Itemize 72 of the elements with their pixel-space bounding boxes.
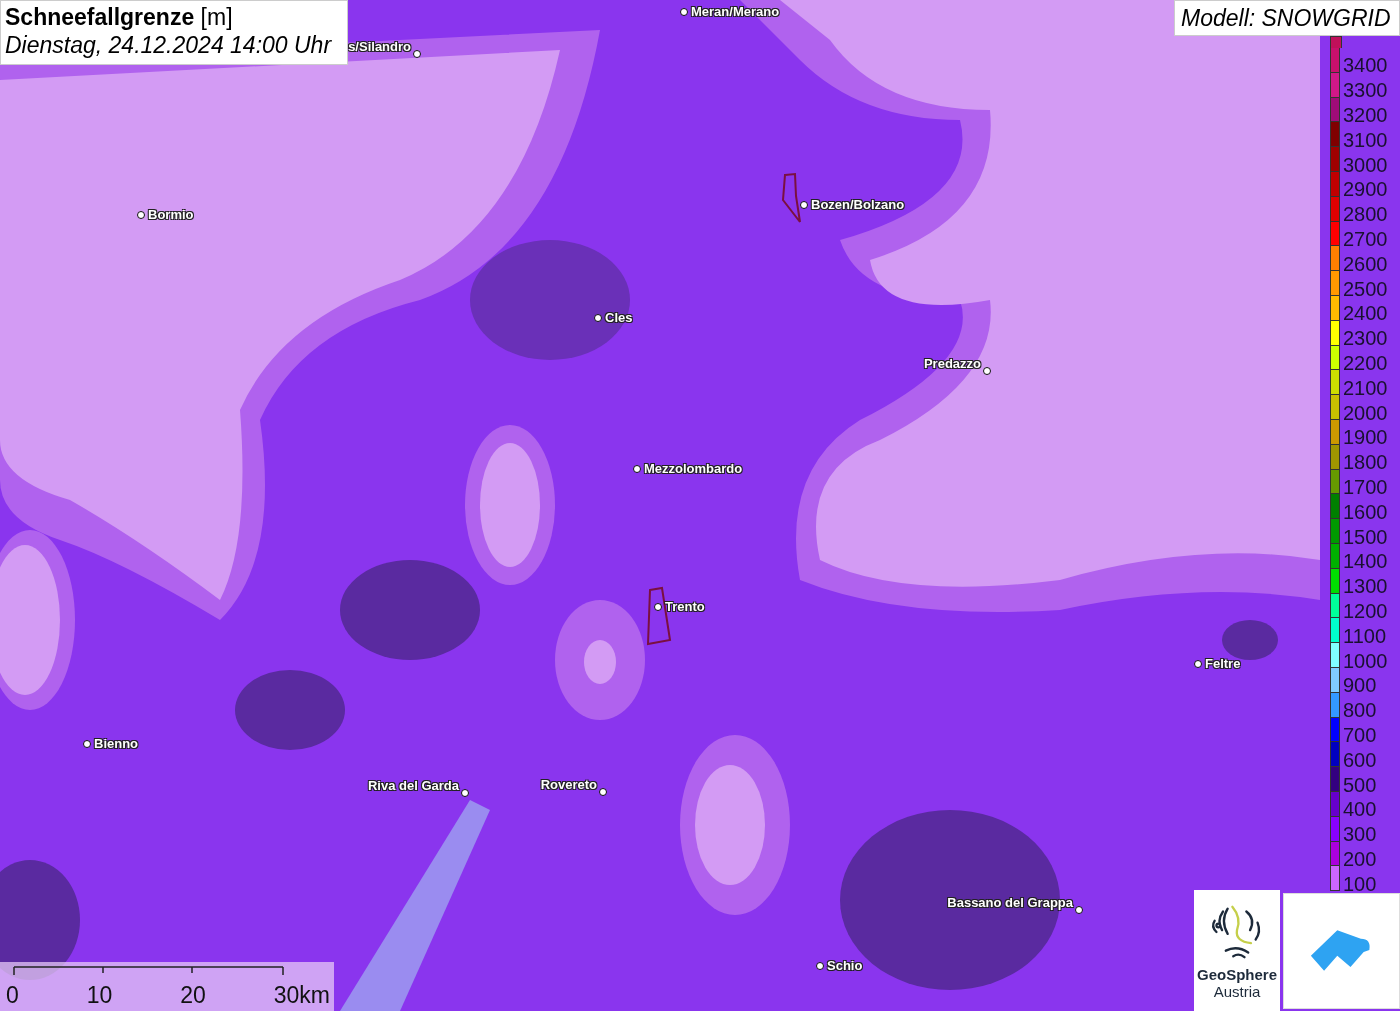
legend-label: 2000 (1342, 401, 1388, 424)
legend-label: 1700 (1342, 475, 1388, 498)
city-marker-icon (137, 211, 145, 219)
map-datetime: Dienstag, 24.12.2024 14:00 Uhr (5, 31, 333, 59)
city-marker-icon (461, 789, 469, 797)
legend-label: 3100 (1342, 128, 1388, 151)
legend-label: 2400 (1342, 302, 1388, 325)
city-marker-icon (599, 788, 607, 796)
legend-label: 100 (1342, 872, 1377, 895)
scale-label: 10 (86, 982, 113, 1008)
legend-label: 3200 (1342, 104, 1388, 126)
city-label: Rovereto (540, 777, 597, 792)
legend-label: 2800 (1342, 203, 1388, 226)
legend-label: 300 (1342, 823, 1377, 846)
legend-label: 800 (1342, 699, 1377, 722)
scale-label: 20 (180, 982, 206, 1008)
legend-label: 2300 (1342, 327, 1388, 350)
legend-label: 1300 (1342, 575, 1388, 598)
legend-label: 700 (1342, 723, 1377, 746)
city-label: Trento (665, 599, 705, 614)
legend-label: 400 (1342, 798, 1377, 821)
legend-label: 1000 (1342, 649, 1388, 672)
city-label: Cles (605, 310, 633, 325)
city-label: Bassano del Grappa (947, 895, 1073, 910)
city-marker-icon (983, 367, 991, 375)
city-marker-icon (654, 603, 662, 611)
city-label: Predazzo (923, 356, 981, 371)
scale-label: 30km (273, 982, 330, 1008)
legend-label: 3400 (1342, 54, 1388, 77)
legend-label: 3300 (1342, 79, 1388, 102)
city-marker-icon (83, 740, 91, 748)
city-marker-icon (1194, 660, 1202, 668)
legend-label: 500 (1342, 773, 1377, 796)
legend-label: 1500 (1342, 525, 1388, 548)
legend-label: 200 (1342, 847, 1377, 870)
legend-label: 2500 (1342, 277, 1388, 300)
legend-label: 2700 (1342, 228, 1388, 250)
map-title: Schneefallgrenze [m] (5, 3, 234, 31)
legend-label: 2100 (1342, 376, 1388, 399)
city-label: Bozen/Bolzano (811, 197, 905, 212)
city-marker-icon (633, 465, 641, 473)
city-marker-icon (413, 50, 421, 58)
legend-label: 2200 (1342, 351, 1388, 374)
legend-label: 2900 (1342, 178, 1388, 201)
city-label: Feltre (1205, 656, 1241, 671)
city-label: Mezzolombardo (644, 461, 743, 476)
city-label: Meran/Merano (691, 4, 780, 19)
logo-text: Austria (1213, 983, 1261, 1001)
city-marker-icon (800, 201, 808, 209)
legend-label: 1400 (1342, 550, 1388, 573)
legend-label: 1100 (1342, 624, 1386, 647)
city-marker-icon (594, 314, 602, 322)
city-marker-icon (816, 962, 824, 970)
legend-label: 1900 (1342, 426, 1388, 449)
legend-label: 1200 (1342, 599, 1388, 622)
legend-label: 2600 (1342, 252, 1388, 275)
scale-label: 0 (6, 982, 19, 1008)
city-label: Riva del Garda (367, 778, 459, 793)
city-marker-icon (1075, 906, 1083, 914)
city-label: Schio (827, 958, 863, 973)
city-label: Bienno (94, 736, 139, 751)
legend-label: 900 (1342, 674, 1377, 697)
legend-swatch (1330, 36, 1342, 48)
legend-label: 600 (1342, 748, 1377, 771)
legend-label: 3000 (1342, 153, 1388, 176)
logo-text: GeoSphere (1197, 966, 1277, 983)
model-label: Modell: SNOWGRID (1174, 0, 1400, 36)
legend-label: 1800 (1342, 451, 1388, 474)
legend-label: 1600 (1342, 500, 1388, 523)
city-label: s/Silandro (348, 39, 411, 54)
city-label: Bormio (148, 207, 194, 222)
city-marker-icon (680, 8, 688, 16)
